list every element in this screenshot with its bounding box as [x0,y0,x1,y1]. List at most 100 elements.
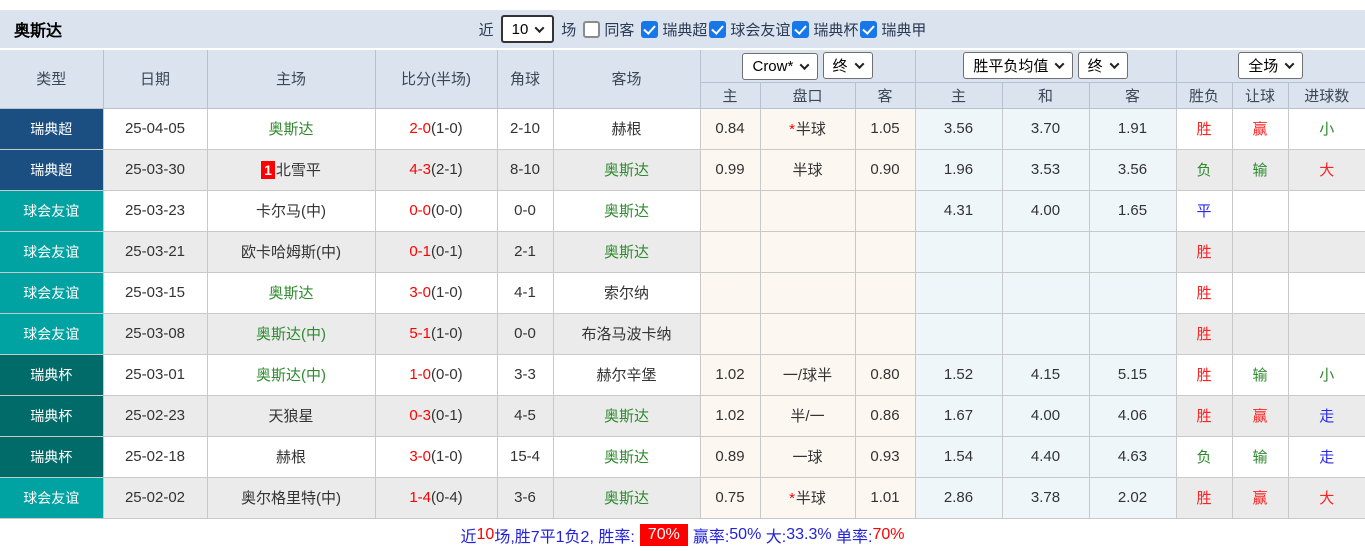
scope-select[interactable]: 全场 [1238,52,1303,79]
avg-draw-odds: 4.00 [1002,395,1089,436]
odds-time-select[interactable]: 终 [823,52,873,79]
away-team-link[interactable]: 赫尔辛堡 [553,354,700,395]
corner-count: 0-0 [497,190,553,231]
fulltime-score: 1-4 [409,489,431,506]
match-row: 球会友谊 25-03-23 卡尔马(中) 0-0(0-0) 0-0 奥斯达 4.… [0,190,1365,231]
match-history-panel: 奥斯达 近 10 场 同客 瑞典超 球会友谊 瑞典杯 瑞典甲 [0,0,1365,551]
away-team-link[interactable]: 奥斯达 [553,149,700,190]
match-date: 25-02-23 [103,395,207,436]
match-date: 25-03-21 [103,231,207,272]
league-checkbox[interactable] [709,21,726,38]
away-team-link[interactable]: 布洛马波卡纳 [553,313,700,354]
home-team-link[interactable]: 奥斯达(中) [207,313,375,354]
handicap-home-odds: 0.75 [700,477,760,518]
away-team-link[interactable]: 奥斯达 [553,395,700,436]
league-badge: 球会友谊 [0,231,103,272]
avg-source-select[interactable]: 胜平负均值 [963,52,1073,79]
home-team-link[interactable]: 赫根 [207,436,375,477]
league-badge: 瑞典超 [0,149,103,190]
home-team-link[interactable]: 奥斯达(中) [207,354,375,395]
avg-away-odds: 2.02 [1089,477,1176,518]
home-team-link[interactable]: 卡尔马(中) [207,190,375,231]
odds-source-select[interactable]: Crow* [742,53,818,80]
same-away-checkbox[interactable] [583,21,600,38]
home-team-link[interactable]: 1北雪平 [207,149,375,190]
league-filter[interactable]: 球会友谊 [709,19,790,40]
fulltime-score: 0-1 [409,243,431,260]
handicap-away-odds: 0.93 [855,436,915,477]
table-body: 瑞典超 25-04-05 奥斯达 2-0(1-0) 2-10 赫根 0.84 *… [0,108,1365,518]
subheader-avg-home: 主 [915,82,1002,108]
avg-home-odds: 4.31 [915,190,1002,231]
handicap-line: *半球 [760,108,855,149]
summary-text: 大: [766,523,786,547]
league-checkbox[interactable] [860,21,877,38]
result-handicap: 赢 [1232,108,1288,149]
subheader-handicap-result: 让球 [1232,82,1288,108]
chevron-down-icon [800,60,810,70]
match-date: 25-03-01 [103,354,207,395]
col-header-home: 主场 [207,49,375,108]
recent-count-select[interactable]: 10 [501,15,555,43]
avg-draw-odds: 4.15 [1002,354,1089,395]
handicap-home-odds [700,190,760,231]
away-team-link[interactable]: 奥斯达 [553,190,700,231]
result-wdl: 胜 [1176,395,1232,436]
result-goals: 大 [1288,149,1365,190]
avg-time-select[interactable]: 终 [1078,52,1128,79]
away-team-link[interactable]: 赫根 [553,108,700,149]
corner-count: 15-4 [497,436,553,477]
away-team-link[interactable]: 奥斯达 [553,436,700,477]
league-filter-group: 瑞典超 球会友谊 瑞典杯 瑞典甲 [641,19,926,40]
match-date: 25-03-30 [103,149,207,190]
handicap-away-odds [855,231,915,272]
halftime-score: (1-0) [431,325,463,342]
avg-away-odds: 4.06 [1089,395,1176,436]
same-away-filter[interactable]: 同客 [583,19,634,40]
handicap-home-odds: 0.99 [700,149,760,190]
home-team-link[interactable]: 奥尔格里特(中) [207,477,375,518]
handicap-line: 半球 [760,149,855,190]
col-header-date: 日期 [103,49,207,108]
avg-draw-odds: 3.78 [1002,477,1089,518]
col-header-corner: 角球 [497,49,553,108]
league-checkbox[interactable] [641,21,658,38]
halftime-score: (1-0) [431,120,463,137]
league-filter[interactable]: 瑞典超 [641,19,707,40]
summary-bar: 近10场,胜7平1负2, 胜率:70%赢率:50% 大:33.3% 单率:70% [0,519,1365,551]
handicap-home-odds: 1.02 [700,395,760,436]
halftime-score: (2-1) [431,161,463,178]
home-team-link[interactable]: 天狼星 [207,395,375,436]
result-handicap: 赢 [1232,395,1288,436]
score-cell: 1-4(0-4) [375,477,497,518]
result-goals [1288,272,1365,313]
match-row: 瑞典杯 25-02-18 赫根 3-0(1-0) 15-4 奥斯达 0.89 一… [0,436,1365,477]
halftime-score: (0-0) [431,366,463,383]
halftime-score: (0-4) [431,489,463,506]
same-away-label: 同客 [604,19,634,40]
league-filter[interactable]: 瑞典杯 [792,19,858,40]
avg-home-odds [915,231,1002,272]
score-cell: 0-3(0-1) [375,395,497,436]
away-team-link[interactable]: 奥斯达 [553,231,700,272]
away-team-link[interactable]: 奥斯达 [553,477,700,518]
away-team-link[interactable]: 索尔纳 [553,272,700,313]
avg-draw-odds [1002,272,1089,313]
corner-count: 4-1 [497,272,553,313]
score-cell: 0-0(0-0) [375,190,497,231]
home-team-link[interactable]: 奥斯达 [207,108,375,149]
result-wdl: 负 [1176,149,1232,190]
result-handicap [1232,272,1288,313]
handicap-home-odds [700,231,760,272]
league-label: 瑞典超 [662,19,707,40]
win-rate-badge: 70% [640,524,688,546]
league-checkbox[interactable] [792,21,809,38]
home-team-link[interactable]: 奥斯达 [207,272,375,313]
league-filter[interactable]: 瑞典甲 [860,19,926,40]
home-team-link[interactable]: 欧卡哈姆斯(中) [207,231,375,272]
match-row: 瑞典超 25-03-30 1北雪平 4-3(2-1) 8-10 奥斯达 0.99… [0,149,1365,190]
summary-text: 单率: [836,523,872,547]
score-cell: 4-3(2-1) [375,149,497,190]
chevron-down-icon [854,59,864,69]
avg-away-odds: 5.15 [1089,354,1176,395]
